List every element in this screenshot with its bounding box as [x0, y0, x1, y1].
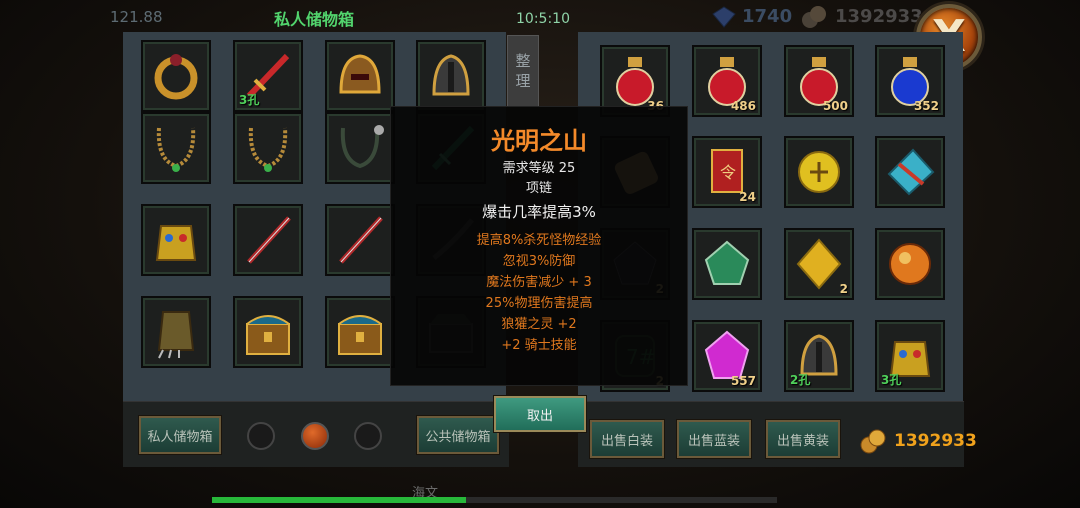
- private-slot[interactable]: [233, 204, 303, 276]
- private-slot[interactable]: [325, 296, 395, 368]
- green-gem-icon: [704, 240, 750, 285]
- take-out-button[interactable]: 取出: [494, 396, 586, 432]
- gold-armor-icon: [155, 225, 197, 261]
- treasure-chest-icon: [246, 315, 290, 355]
- page-dot-1[interactable]: [247, 422, 275, 450]
- blue-rune-icon: [887, 148, 935, 196]
- item-extra-stat: 狼獾之灵 +2: [501, 317, 577, 332]
- gold-count: 1392933: [894, 431, 977, 451]
- private-slot[interactable]: [325, 40, 395, 112]
- hud-left-value: 121.88: [110, 8, 163, 26]
- helmet-icon: [339, 54, 381, 94]
- svg-text:令: 令: [720, 163, 736, 182]
- gold-medal-icon: [798, 151, 840, 193]
- public-slot[interactable]: 3孔: [875, 320, 945, 392]
- item-count: 486: [730, 99, 756, 113]
- sell-yellow-button[interactable]: 出售黄装: [766, 420, 840, 458]
- ring-icon: [154, 54, 198, 100]
- item-count: 557: [730, 374, 756, 388]
- gem-icon: [712, 6, 736, 28]
- sort-label-2: 理: [515, 72, 531, 90]
- item-extra-stat: 25%物理伤害提高: [485, 296, 593, 311]
- public-slot[interactable]: [692, 228, 762, 300]
- gauntlet-icon: [157, 311, 195, 359]
- private-slot[interactable]: [141, 40, 211, 112]
- sell-blue-button[interactable]: 出售蓝装: [677, 420, 751, 458]
- item-tooltip: 光明之山 需求等级 25 项链 爆击几率提高3% 提高8%杀死怪物经验 忽视3%…: [390, 106, 688, 386]
- item-extra-stat: +2 骑士技能: [501, 338, 577, 353]
- private-slot[interactable]: [141, 112, 211, 184]
- item-type: 项链: [525, 181, 552, 196]
- clock: 10:5:10: [516, 11, 570, 27]
- progress-bar: [212, 497, 777, 503]
- item-extra-stat: 提高8%杀死怪物经验: [476, 233, 602, 248]
- private-slot[interactable]: [141, 204, 211, 276]
- private-slot[interactable]: [141, 296, 211, 368]
- gold-count-top: 1392933: [835, 6, 923, 27]
- sort-button[interactable]: 整 理: [507, 35, 539, 107]
- private-slot[interactable]: [325, 112, 395, 184]
- public-slot[interactable]: 486: [692, 45, 762, 117]
- sell-white-button[interactable]: 出售白装: [590, 420, 664, 458]
- socket-count: 3孔: [239, 93, 260, 107]
- dark-helmet-icon: [432, 54, 470, 96]
- public-slot[interactable]: 500: [784, 45, 854, 117]
- public-slot[interactable]: [784, 136, 854, 208]
- item-main-stat: 爆击几率提高3%: [482, 203, 596, 221]
- item-count: 352: [913, 99, 939, 113]
- red-blade-icon: [247, 216, 291, 264]
- public-slot[interactable]: 2: [784, 228, 854, 300]
- storage-screen: 121.88 私人储物箱 10:5:10 1740 1392933 X 3孔 整…: [0, 0, 1080, 508]
- item-extra-stat: 魔法伤害减少 + 3: [486, 275, 592, 290]
- item-count: 500: [822, 99, 848, 113]
- public-slot[interactable]: 令 24: [692, 136, 762, 208]
- public-slot[interactable]: 2孔: [784, 320, 854, 392]
- page-dot-2[interactable]: [301, 422, 329, 450]
- item-count: 24: [739, 190, 756, 204]
- progress-fill: [212, 497, 467, 503]
- treasure-chest-icon: [338, 315, 382, 355]
- public-slot[interactable]: 557: [692, 320, 762, 392]
- private-slot[interactable]: [233, 296, 303, 368]
- private-storage-button[interactable]: 私人储物箱: [139, 416, 221, 454]
- orange-orb-icon: [889, 243, 931, 285]
- coin-icon: [802, 6, 826, 28]
- public-slot[interactable]: [875, 136, 945, 208]
- necklace-dark-icon: [340, 125, 384, 169]
- red-blade-icon: [339, 216, 383, 264]
- page-dot-3[interactable]: [354, 422, 382, 450]
- public-slot[interactable]: 352: [875, 45, 945, 117]
- necklace-icon: [156, 127, 196, 172]
- item-extra-stat: 忽视3%防御: [502, 254, 576, 269]
- necklace-icon: [248, 127, 288, 172]
- private-slot[interactable]: [233, 112, 303, 184]
- panel-title: 私人储物箱: [274, 10, 355, 29]
- private-bottom-bar: 私人储物箱 公共储物箱: [123, 401, 509, 467]
- gem-count: 1740: [742, 6, 793, 27]
- item-level-requirement: 需求等级 25: [502, 161, 576, 176]
- item-count: 2: [839, 282, 848, 296]
- yellow-gem-icon: [796, 238, 842, 290]
- sort-label-1: 整: [515, 52, 531, 70]
- item-name: 光明之山: [491, 127, 587, 155]
- private-slot[interactable]: [325, 204, 395, 276]
- coin-icon: [860, 429, 886, 454]
- public-storage-button[interactable]: 公共储物箱: [417, 416, 499, 454]
- socket-count: 3孔: [881, 373, 902, 387]
- private-slot[interactable]: 3孔: [233, 40, 303, 112]
- socket-count: 2孔: [790, 373, 811, 387]
- private-slot[interactable]: [416, 40, 486, 112]
- public-slot[interactable]: [875, 228, 945, 300]
